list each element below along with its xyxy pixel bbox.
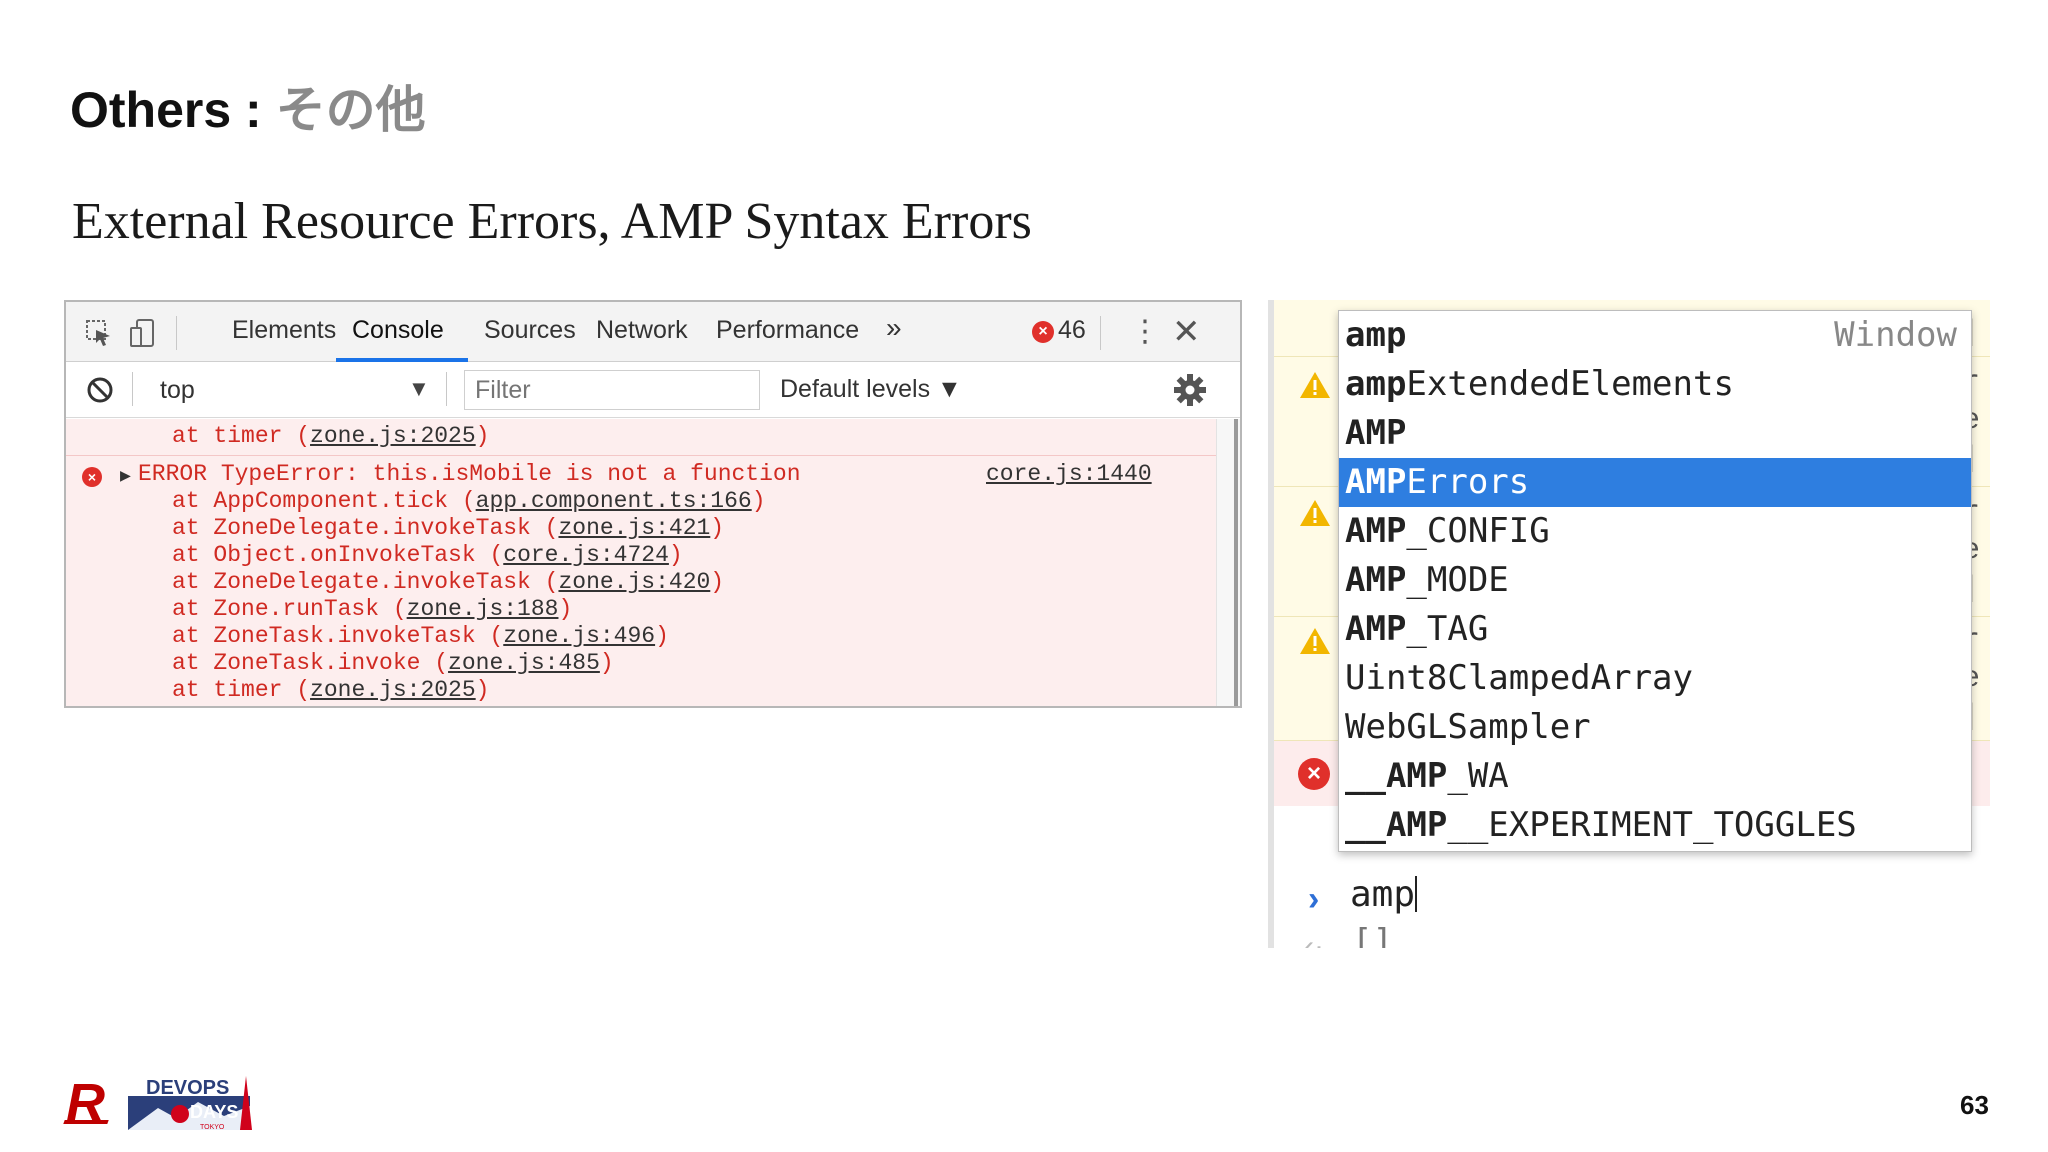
devtools-tabbar: Elements Console Sources Network Perform… [66, 302, 1240, 362]
stack-frame: at ZoneDelegate.invokeTask (zone.js:421) [172, 515, 725, 541]
toolbar-divider [176, 316, 177, 350]
autocomplete-item[interactable]: AMP_CONFIG [1339, 507, 1971, 556]
console-filter-bar: top ▼ Default levels ▼ [66, 362, 1240, 418]
stack-frame: at ZoneTask.invokeTask (zone.js:496) [172, 623, 669, 649]
source-link[interactable]: zone.js:421 [558, 515, 710, 541]
source-link[interactable]: zone.js:188 [407, 596, 559, 622]
autocomplete-item[interactable]: __AMP__EXPERIMENT_TOGGLES [1339, 801, 1971, 850]
console-input[interactable]: amp [1350, 874, 1418, 915]
devtools-panel: Elements Console Sources Network Perform… [64, 300, 1242, 708]
tab-network[interactable]: Network [596, 316, 688, 345]
error-icon: × [82, 467, 102, 487]
source-link[interactable]: zone.js:496 [503, 623, 655, 649]
warning-icon [1300, 628, 1330, 654]
stack-frame: at Object.onInvokeTask (core.js:4724) [172, 542, 683, 568]
source-link[interactable]: zone.js:420 [558, 569, 710, 595]
warning-icon [1300, 500, 1330, 526]
scrollbar[interactable] [1216, 419, 1240, 706]
console-result: [] [1352, 922, 1393, 948]
console-divider [66, 455, 1240, 456]
autocomplete-item[interactable]: AMP [1339, 409, 1971, 458]
kebab-menu-icon[interactable]: ⋮ [1130, 314, 1160, 349]
gear-icon[interactable] [1172, 372, 1208, 408]
stack-frame: at ZoneTask.invoke (zone.js:485) [172, 650, 614, 676]
device-toolbar-icon[interactable] [128, 318, 158, 348]
context-selector[interactable]: top [160, 376, 195, 405]
log-levels-dropdown[interactable]: Default levels ▼ [780, 375, 962, 404]
error-icon: × [1032, 321, 1054, 343]
prompt-chevron-icon: › [1308, 880, 1320, 918]
autocomplete-item[interactable]: ampExtendedElements [1339, 360, 1971, 409]
chevron-down-icon[interactable]: ▼ [408, 376, 430, 402]
svg-text:TOKYO: TOKYO [200, 1124, 225, 1131]
svg-text:DEVOPS: DEVOPS [146, 1077, 229, 1099]
devops-days-tokyo-logo: DEVOPS DAYS TOKYO [128, 1076, 252, 1131]
error-counter[interactable]: × 46 [1032, 316, 1086, 345]
scrollbar-thumb[interactable] [1234, 419, 1238, 706]
expand-arrow-icon[interactable]: ▶ [120, 465, 131, 487]
autocomplete-popup: amp Window ampExtendedElements AMP AMPErr… [1338, 310, 1972, 852]
more-tabs-icon[interactable]: » [886, 312, 902, 344]
console-autocomplete-panel: × | r e | r e | r e | ampWindow ampExten… [1268, 300, 1990, 948]
source-link[interactable]: core.js:4724 [503, 542, 669, 568]
toolbar-divider [1100, 316, 1101, 350]
tab-performance[interactable]: Performance [716, 316, 859, 345]
source-link[interactable]: zone.js:2025 [310, 677, 476, 703]
autocomplete-item[interactable]: AMP_MODE [1339, 556, 1971, 605]
clear-console-icon[interactable] [86, 376, 114, 404]
source-link[interactable]: app.component.ts:166 [476, 488, 752, 514]
error-icon: × [1298, 758, 1330, 790]
filter-input[interactable] [464, 370, 760, 410]
tab-console[interactable]: Console [352, 316, 444, 345]
toolbar-divider [446, 372, 447, 406]
autocomplete-item[interactable]: WebGLSampler [1339, 703, 1971, 752]
stack-frame: at timer (zone.js:2025) [172, 677, 490, 703]
autocomplete-item[interactable]: amp Window [1339, 311, 1971, 360]
console-output: at timer (zone.js:2025) × ▶ ERROR TypeEr… [66, 419, 1240, 706]
autocomplete-hint: Window [1834, 315, 1957, 355]
slide-title-japanese: その他 [275, 82, 426, 138]
inspect-element-icon[interactable] [84, 318, 114, 348]
source-link[interactable]: core.js:1440 [986, 461, 1152, 487]
stack-frame: at AppComponent.tick (app.component.ts:1… [172, 488, 766, 514]
error-count-value: 46 [1058, 316, 1086, 344]
toolbar-divider [132, 372, 133, 406]
source-link[interactable]: zone.js:485 [448, 650, 600, 676]
rakuten-logo-swoosh [63, 1120, 109, 1124]
stack-frame: at Zone.runTask (zone.js:188) [172, 596, 573, 622]
rakuten-logo: R [66, 1073, 105, 1133]
slide-title: Others : その他 [70, 70, 426, 142]
slide-subtitle: External Resource Errors, AMP Syntax Err… [72, 193, 1032, 250]
tab-elements[interactable]: Elements [232, 316, 336, 345]
autocomplete-item[interactable]: __AMP_WA [1339, 752, 1971, 801]
console-line: at timer (zone.js:2025) [172, 423, 490, 449]
error-message: ERROR TypeError: this.isMobile is not a … [138, 461, 801, 487]
stack-frame: at ZoneDelegate.invokeTask (zone.js:420) [172, 569, 725, 595]
svg-text:DAYS: DAYS [190, 1102, 238, 1122]
autocomplete-item[interactable]: AMP_TAG [1339, 605, 1971, 654]
error-source: core.js:1440 [986, 461, 1152, 487]
source-link[interactable]: zone.js:2025 [310, 423, 476, 449]
text-caret [1415, 876, 1418, 912]
autocomplete-item-selected[interactable]: AMPErrors [1339, 458, 1971, 507]
autocomplete-item[interactable]: Uint8ClampedArray [1339, 654, 1971, 703]
result-arrow-icon: ‹· [1304, 930, 1324, 948]
slide-title-prefix: Others : [70, 82, 276, 138]
close-icon[interactable]: ✕ [1172, 312, 1201, 352]
warning-icon [1300, 372, 1330, 398]
page-number: 63 [1960, 1090, 1989, 1120]
tab-sources[interactable]: Sources [484, 316, 576, 345]
